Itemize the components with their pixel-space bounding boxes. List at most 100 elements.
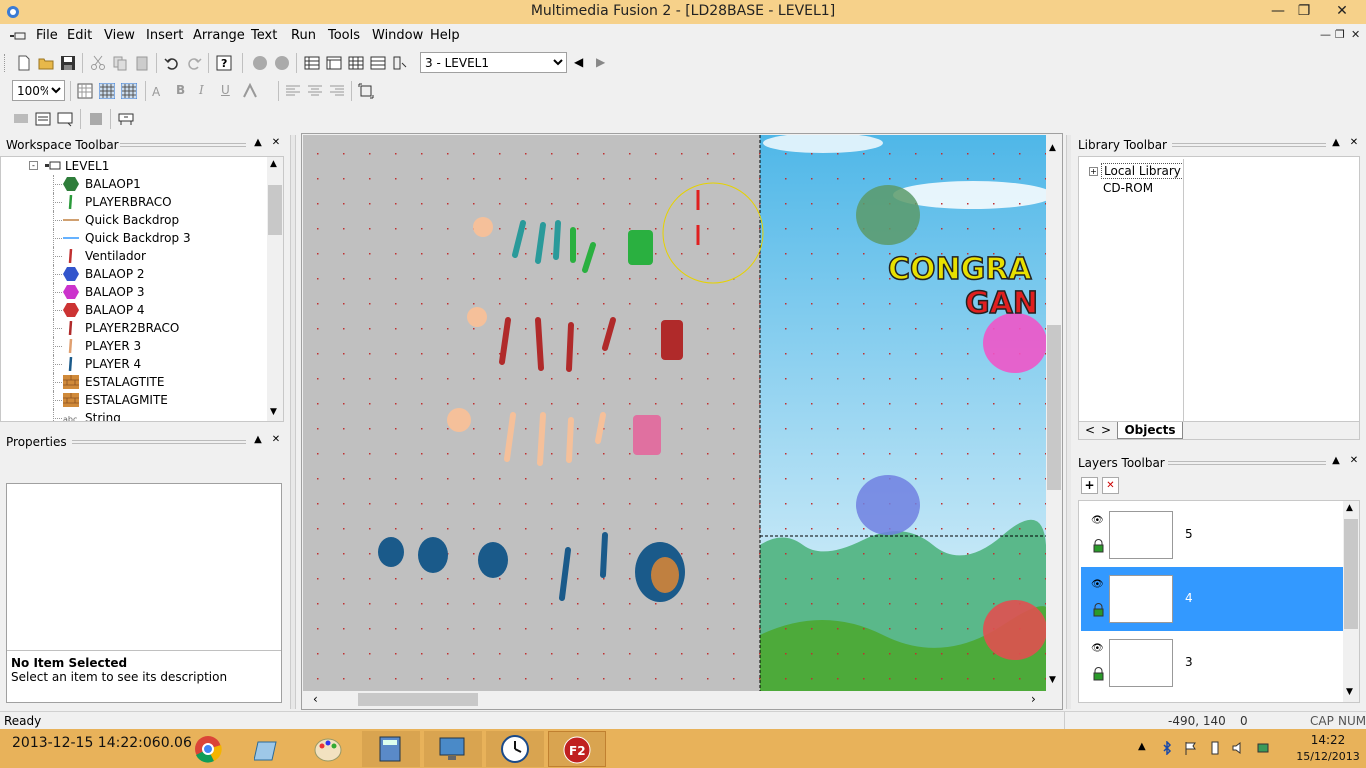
snap-to-grid-icon[interactable] (99, 83, 115, 99)
workspace-scrollbar[interactable]: ▲ ▼ (267, 157, 283, 421)
tree-item[interactable]: BALAOP 3 (1, 283, 265, 301)
document-menu-icon[interactable] (10, 32, 26, 40)
library-item-local[interactable]: Local Library (1101, 163, 1184, 179)
menu-run[interactable]: Run (291, 28, 316, 43)
taskbar-fusion[interactable]: F2 (548, 731, 606, 767)
right-splitter[interactable] (1066, 135, 1071, 709)
lock-icon[interactable] (1093, 603, 1104, 617)
restore-button[interactable]: ❐ (1290, 0, 1318, 22)
event-list-editor-icon[interactable] (370, 55, 386, 71)
new-file-icon[interactable] (16, 55, 32, 71)
taskbar-time[interactable]: 14:22 (1300, 733, 1356, 747)
open-folder-icon[interactable] (38, 55, 54, 71)
group-icon[interactable] (88, 111, 104, 127)
text-color-icon[interactable] (242, 83, 258, 99)
layer-row[interactable]: 👁 3 (1081, 631, 1343, 695)
cut-icon[interactable] (90, 55, 106, 71)
comment-icon[interactable] (13, 111, 29, 127)
tree-item[interactable]: Quick Backdrop (1, 211, 265, 229)
lock-icon[interactable] (1093, 667, 1104, 681)
editor-vscroll-thumb[interactable] (1047, 325, 1061, 490)
layers-menu-icon[interactable]: ▲ (1330, 455, 1342, 466)
frame-view-icon[interactable] (57, 111, 73, 127)
menu-window[interactable]: Window (372, 28, 423, 43)
menu-text[interactable]: Text (251, 28, 277, 43)
menu-view[interactable]: View (104, 28, 135, 43)
storyboard-editor-icon[interactable] (304, 55, 320, 71)
mdi-minimize-button[interactable]: — (1320, 28, 1331, 41)
menu-insert[interactable]: Insert (146, 28, 183, 43)
eye-icon[interactable]: 👁 (1091, 579, 1104, 590)
editor-scroll-up-icon[interactable]: ▲ (1049, 143, 1056, 153)
show-hidden-icons-icon[interactable]: ▲ (1138, 741, 1146, 752)
align-center-icon[interactable] (307, 83, 323, 99)
redo-icon[interactable] (186, 55, 202, 71)
tree-item[interactable]: ESTALAGMITE (1, 391, 265, 409)
mdi-close-button[interactable]: ✕ (1351, 28, 1360, 41)
grid-setup-icon[interactable] (121, 83, 137, 99)
fit-frame-icon[interactable] (358, 83, 374, 99)
layers-scroll-up-icon[interactable]: ▲ (1346, 503, 1353, 513)
minimize-button[interactable]: — (1264, 0, 1292, 22)
align-right-icon[interactable] (329, 83, 345, 99)
menu-tools[interactable]: Tools (328, 28, 360, 43)
filter-icon[interactable] (118, 111, 134, 127)
tree-item[interactable]: PLAYER2BRACO (1, 319, 265, 337)
close-button[interactable]: ✕ (1320, 0, 1364, 22)
paste-icon[interactable] (134, 55, 150, 71)
tree-frame-node[interactable]: - LEVEL1 (1, 157, 265, 175)
layers-scroll-down-icon[interactable]: ▼ (1346, 687, 1353, 697)
taskbar-paint[interactable] (300, 731, 358, 767)
menu-edit[interactable]: Edit (67, 28, 92, 43)
underline-button[interactable]: U (221, 83, 230, 97)
bold-button[interactable]: B (176, 83, 185, 97)
library-menu-icon[interactable]: ▲ (1330, 137, 1342, 148)
taskbar-notepad[interactable] (240, 731, 298, 767)
zoom-select[interactable]: 100% (12, 80, 65, 101)
editor-horizontal-scrollbar[interactable]: ‹ › (303, 691, 1046, 708)
copy-icon[interactable] (112, 55, 128, 71)
layer-row[interactable]: 👁 5 (1081, 503, 1343, 567)
taskbar-clock[interactable] (486, 731, 544, 767)
eye-icon[interactable]: 👁 (1091, 643, 1104, 654)
scroll-up-icon[interactable]: ▲ (270, 159, 277, 169)
menu-file[interactable]: File (36, 28, 58, 43)
taskbar-remote-desktop[interactable] (424, 731, 482, 767)
frame-select[interactable]: 3 - LEVEL1 (420, 52, 567, 73)
tree-item[interactable]: PLAYER 3 (1, 337, 265, 355)
tree-item[interactable]: Ventilador (1, 247, 265, 265)
tree-item[interactable]: BALAOP 2 (1, 265, 265, 283)
editor-scroll-right-icon[interactable]: › (1031, 692, 1036, 706)
collapse-icon[interactable]: - (29, 161, 38, 170)
menu-help[interactable]: Help (430, 28, 460, 43)
add-layer-button[interactable]: + (1081, 477, 1098, 494)
event-editor-icon[interactable] (348, 55, 364, 71)
tree-item[interactable]: BALAOP 4 (1, 301, 265, 319)
network-icon[interactable] (1256, 741, 1270, 755)
power-icon[interactable] (1208, 741, 1222, 755)
action-center-flag-icon[interactable] (1184, 741, 1198, 755)
taskbar-date[interactable]: 15/12/2013 (1296, 750, 1360, 763)
tree-item[interactable]: BALAOP1 (1, 175, 265, 193)
save-icon[interactable] (60, 55, 76, 71)
run-frame-icon[interactable] (274, 55, 290, 71)
taskbar-chrome[interactable] (180, 731, 238, 767)
next-frame-button[interactable]: ▶ (596, 55, 605, 69)
layers-close-icon[interactable]: ✕ (1348, 455, 1360, 466)
properties-close-icon[interactable]: ✕ (270, 434, 282, 445)
data-elements-icon[interactable] (392, 55, 408, 71)
editor-scroll-down-icon[interactable]: ▼ (1049, 675, 1056, 685)
layers-scrollbar[interactable]: ▲ ▼ (1343, 501, 1359, 702)
frame-editor-icon[interactable] (326, 55, 342, 71)
editor-hscroll-thumb[interactable] (358, 693, 478, 706)
library-next-icon[interactable]: > (1101, 423, 1111, 437)
list-view-icon[interactable] (35, 111, 51, 127)
scroll-thumb[interactable] (268, 185, 282, 235)
tab-objects[interactable]: Objects (1117, 422, 1183, 439)
taskbar-calculator[interactable] (362, 731, 420, 767)
layers-scroll-thumb[interactable] (1344, 519, 1358, 629)
editor-scroll-left-icon[interactable]: ‹ (313, 692, 318, 706)
library-item-cdrom[interactable]: CD-ROM (1103, 181, 1153, 195)
tree-item[interactable]: ESTALAGTITE (1, 373, 265, 391)
panel-splitter[interactable] (290, 135, 296, 709)
